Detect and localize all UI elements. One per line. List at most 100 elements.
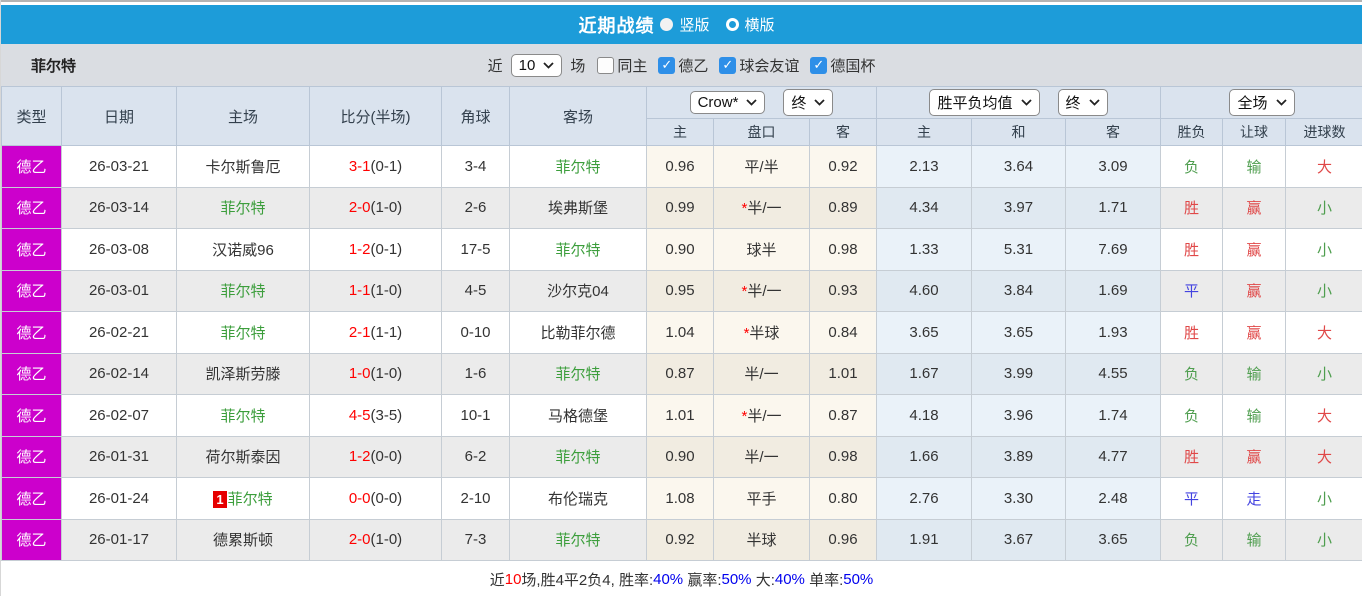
home-team-name[interactable]: 荷尔斯泰因 — [205, 449, 280, 466]
home-team-name[interactable]: 德累斯顿 — [213, 532, 273, 549]
summary-segment: 场,胜4平2负4, 胜率: — [521, 571, 654, 589]
home-team-name[interactable]: 菲尔特 — [228, 491, 273, 508]
away-team-name[interactable]: 菲尔特 — [555, 449, 600, 466]
goals-result-cell: 小 — [1285, 352, 1362, 395]
europe-odds-select[interactable]: 胜平负均值 — [929, 89, 1040, 116]
halftime-score: (1-1) — [370, 323, 403, 341]
away-team-cell[interactable]: 马格德堡 — [509, 394, 647, 437]
summary-segment: 大: — [751, 571, 775, 589]
europe-time-select[interactable]: 终 — [1057, 89, 1108, 116]
away-team-name[interactable]: 菲尔特 — [555, 242, 600, 259]
away-team-cell[interactable]: 沙尔克04 — [509, 269, 647, 312]
filter-checkbox-label[interactable]: 同主 — [617, 55, 647, 76]
table-row: 德乙 26-03-14 菲尔特 2-0(1-0) 2-6 埃弗斯堡 0.99 *半/一 0.89… — [1, 186, 1362, 229]
goals-result-cell: 大 — [1285, 435, 1362, 478]
home-team-cell[interactable]: 1 菲尔特 — [176, 477, 310, 520]
filter-checkbox-label[interactable]: 德乙 — [678, 55, 708, 76]
eu-away-odds-cell: 3.09 — [1065, 145, 1161, 188]
home-team-cell[interactable]: 凯泽斯劳滕 — [176, 352, 310, 395]
eu-away-odds-cell: 4.77 — [1065, 435, 1161, 478]
corners-cell: 17-5 — [441, 228, 510, 271]
recent-count-select[interactable]: 10 — [510, 53, 563, 77]
home-team-cell[interactable]: 菲尔特 — [176, 269, 310, 312]
fulltime-score: 4-5 — [348, 406, 371, 424]
away-team-name[interactable]: 菲尔特 — [555, 532, 600, 549]
home-team-cell[interactable]: 菲尔特 — [176, 311, 310, 354]
away-team-name[interactable]: 菲尔特 — [555, 159, 600, 176]
col-header-score: 比分(半场) — [309, 86, 442, 146]
corners-cell: 7-3 — [441, 518, 510, 561]
filter-checkbox-label[interactable]: 球会友谊 — [739, 55, 799, 76]
halftime-score: (1-0) — [370, 282, 403, 300]
away-team-cell[interactable]: 菲尔特 — [509, 435, 647, 478]
away-team-cell[interactable]: 菲尔特 — [509, 145, 647, 188]
col-header-type: 类型 — [1, 86, 62, 146]
handicap-text: 半/一 — [744, 366, 779, 384]
home-team-name[interactable]: 卡尔斯鲁厄 — [205, 159, 280, 176]
home-team-name[interactable]: 凯泽斯劳滕 — [205, 366, 280, 383]
home-team-cell[interactable]: 德累斯顿 — [176, 518, 310, 561]
home-team-name[interactable]: 菲尔特 — [220, 200, 265, 217]
summary-segment: 10 — [504, 570, 522, 588]
date-cell: 26-03-08 — [61, 228, 177, 271]
away-team-cell[interactable]: 菲尔特 — [509, 228, 647, 271]
score-cell: 4-5(3-5) — [309, 394, 442, 437]
date-cell: 26-01-24 — [61, 477, 177, 520]
handicap-text: 平手 — [746, 490, 777, 508]
chevron-down-icon — [1020, 99, 1032, 106]
corners-cell: 2-6 — [441, 186, 510, 229]
away-team-cell[interactable]: 菲尔特 — [509, 518, 647, 561]
date-cell: 26-03-01 — [61, 269, 177, 312]
vertical-layout-label[interactable]: 竖版 — [679, 14, 709, 35]
away-team-cell[interactable]: 比勒菲尔德 — [509, 311, 647, 354]
vertical-layout-radio[interactable] — [660, 18, 674, 31]
horizontal-layout-radio[interactable] — [725, 18, 739, 31]
home-team-cell[interactable]: 汉诺威96 — [176, 228, 310, 271]
corners-cell: 10-1 — [441, 394, 510, 437]
filter-checkbox-0[interactable] — [597, 56, 615, 74]
away-team-name[interactable]: 比勒菲尔德 — [540, 325, 615, 342]
away-team-cell[interactable]: 菲尔特 — [509, 352, 647, 395]
page-title: 近期战绩 — [578, 15, 655, 36]
home-team-name[interactable]: 汉诺威96 — [212, 242, 274, 259]
away-team-name[interactable]: 埃弗斯堡 — [548, 200, 608, 217]
away-team-cell[interactable]: 埃弗斯堡 — [509, 186, 647, 229]
date-cell: 26-02-14 — [61, 352, 177, 395]
ah-away-odds-cell: 0.87 — [809, 394, 877, 437]
away-team-name[interactable]: 马格德堡 — [548, 408, 608, 425]
bookmaker-select[interactable]: Crow* — [689, 91, 766, 114]
ah-home-odds-cell: 0.99 — [646, 186, 714, 229]
filter-checkbox-1[interactable] — [658, 56, 676, 74]
result-cell: 负 — [1160, 518, 1223, 561]
home-team-cell[interactable]: 菲尔特 — [176, 394, 310, 437]
horizontal-layout-label[interactable]: 横版 — [745, 14, 775, 35]
filter-checkbox-2[interactable] — [719, 56, 737, 74]
ah-home-odds-cell: 0.95 — [646, 269, 714, 312]
ah-away-odds-cell: 0.92 — [809, 145, 877, 188]
away-team-cell[interactable]: 布伦瑞克 — [509, 477, 647, 520]
scope-select[interactable]: 全场 — [1229, 89, 1295, 116]
title-bar: 近期战绩 竖版 横版 — [1, 5, 1362, 44]
away-team-name[interactable]: 布伦瑞克 — [548, 491, 608, 508]
chevron-down-icon — [543, 61, 554, 69]
bookmaker-time-select[interactable]: 终 — [783, 89, 834, 116]
result-cell: 胜 — [1160, 228, 1223, 271]
home-team-cell[interactable]: 菲尔特 — [176, 186, 310, 229]
goals-result-cell: 小 — [1285, 228, 1362, 271]
away-team-name[interactable]: 菲尔特 — [555, 366, 600, 383]
home-team-cell[interactable]: 卡尔斯鲁厄 — [176, 145, 310, 188]
score-cell: 1-1(1-0) — [309, 269, 442, 312]
handicap-cell: *半/一 — [713, 269, 810, 312]
filter-checkbox-3[interactable] — [810, 56, 828, 74]
summary-segment: 近 — [489, 571, 505, 589]
sub-header-eu-home: 主 — [876, 118, 972, 146]
home-team-cell[interactable]: 荷尔斯泰因 — [176, 435, 310, 478]
ah-away-odds-cell: 0.98 — [809, 228, 877, 271]
away-team-name[interactable]: 沙尔克04 — [547, 283, 609, 300]
col-header-date: 日期 — [61, 86, 177, 146]
home-team-name[interactable]: 菲尔特 — [220, 325, 265, 342]
home-team-name[interactable]: 菲尔特 — [220, 283, 265, 300]
home-team-name[interactable]: 菲尔特 — [220, 408, 265, 425]
date-cell: 26-02-21 — [61, 311, 177, 354]
filter-checkbox-label[interactable]: 德国杯 — [830, 55, 875, 76]
